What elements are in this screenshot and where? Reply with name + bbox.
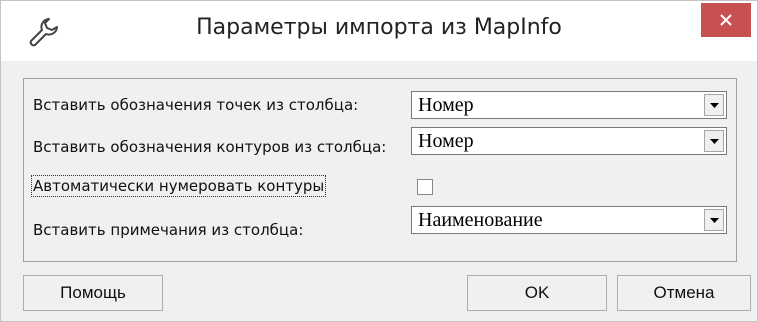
- point-labels-column-select[interactable]: Номер: [411, 91, 727, 119]
- notes-column-value: Наименование: [418, 209, 543, 231]
- chevron-down-icon[interactable]: [704, 209, 724, 231]
- auto-number-contours-checkbox[interactable]: [417, 179, 433, 195]
- ok-button[interactable]: OK: [467, 275, 607, 311]
- help-button[interactable]: Помощь: [23, 275, 163, 311]
- notes-column-label: Вставить примечания из столбца:: [33, 221, 304, 239]
- contour-labels-column-value: Номер: [418, 130, 474, 152]
- close-button[interactable]: [701, 3, 751, 37]
- notes-column-select[interactable]: Наименование: [411, 206, 727, 234]
- close-icon: [720, 14, 732, 26]
- import-dialog: Параметры импорта из MapInfo Вставить об…: [0, 0, 758, 322]
- title-bar[interactable]: Параметры импорта из MapInfo: [1, 1, 757, 61]
- contour-labels-column-select[interactable]: Номер: [411, 127, 727, 155]
- cancel-button[interactable]: Отмена: [617, 275, 751, 311]
- point-labels-column-label: Вставить обозначения точек из столбца:: [33, 96, 359, 114]
- dialog-title: Параметры импорта из MapInfo: [196, 15, 562, 40]
- chevron-down-icon[interactable]: [704, 94, 724, 116]
- auto-number-contours-label[interactable]: Автоматически нумеровать контуры: [30, 175, 327, 197]
- contour-labels-column-label: Вставить обозначения контуров из столбца…: [33, 138, 387, 156]
- point-labels-column-value: Номер: [418, 94, 474, 116]
- chevron-down-icon[interactable]: [704, 130, 724, 152]
